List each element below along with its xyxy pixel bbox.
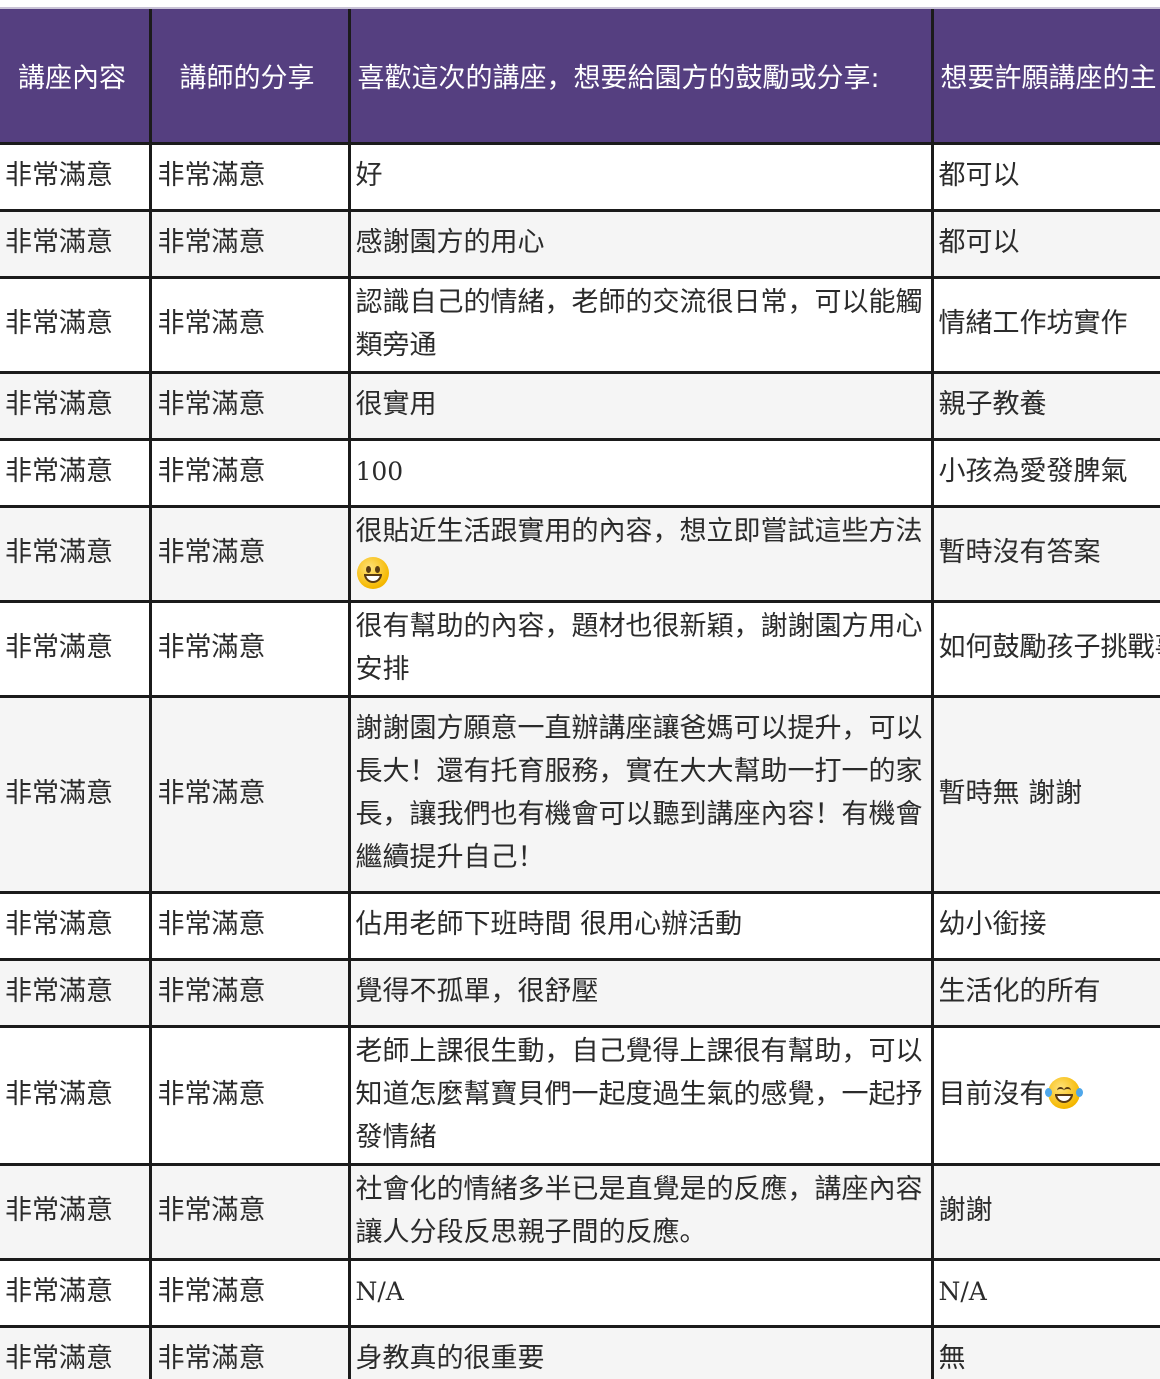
face-with-tears-of-joy-icon [1044, 1076, 1083, 1109]
cell-lecture-rating: 非常滿意 [0, 694, 152, 894]
header-row: 講座內容 講師的分享 喜歡這次的講座，想要給園方的鼓勵或分享: 想要許願講座的主 [0, 9, 1160, 145]
cell-speaker-rating: 非常滿意 [148, 504, 351, 603]
column-header-lecture-content[interactable]: 講座內容 [0, 9, 152, 145]
cell-wish-topic: 目前沒有 [930, 1024, 1160, 1166]
table-row: 非常滿意 非常滿意 100 小孩為愛發脾氣 [0, 437, 1160, 508]
cell-feedback: 身教真的很重要 [347, 1324, 934, 1379]
cell-feedback: 很貼近生活跟實用的內容，想立即嘗試這些方法 [347, 504, 934, 603]
cell-speaker-rating: 非常滿意 [148, 437, 351, 508]
cell-wish-topic: 暫時沒有答案 [930, 504, 1160, 603]
column-header-wish-topic[interactable]: 想要許願講座的主 [930, 9, 1160, 145]
table-row: 非常滿意 非常滿意 認識自己的情緒，老師的交流很日常，可以能觸類旁通 情緒工作坊… [0, 275, 1160, 374]
wish-topic-text: 目前沒有 [938, 1078, 1047, 1110]
cell-speaker-rating: 非常滿意 [148, 1257, 351, 1328]
cell-wish-topic: 暫時無 謝謝 [930, 694, 1160, 894]
cell-speaker-rating: 非常滿意 [148, 599, 351, 698]
column-header-encouragement[interactable]: 喜歡這次的講座，想要給園方的鼓勵或分享: [347, 9, 934, 145]
cell-speaker-rating: 非常滿意 [148, 208, 351, 279]
cell-wish-topic: N/A [930, 1257, 1160, 1328]
cell-feedback: 認識自己的情緒，老師的交流很日常，可以能觸類旁通 [347, 275, 934, 374]
table-row: 非常滿意 非常滿意 感謝園方的用心 都可以 [0, 208, 1160, 279]
table-row: 非常滿意 非常滿意 謝謝園方願意一直辦講座讓爸媽可以提升，可以長大！還有托育服務… [0, 694, 1160, 894]
cell-feedback: 感謝園方的用心 [347, 208, 934, 279]
cell-feedback: 社會化的情緒多半已是直覺是的反應，講座內容讓人分段反思親子間的反應。 [347, 1162, 934, 1261]
cell-wish-topic: 都可以 [930, 141, 1160, 212]
cell-speaker-rating: 非常滿意 [148, 141, 351, 212]
cell-wish-topic: 生活化的所有 [930, 957, 1160, 1028]
top-edge [0, 0, 1160, 9]
cell-feedback: 很有幫助的內容，題材也很新穎，謝謝園方用心安排 [347, 599, 934, 698]
cell-lecture-rating: 非常滿意 [0, 437, 152, 508]
table-row: 非常滿意 非常滿意 身教真的很重要 無 [0, 1324, 1160, 1379]
cell-speaker-rating: 非常滿意 [148, 890, 351, 961]
cell-wish-topic: 小孩為愛發脾氣 [930, 437, 1160, 508]
cell-feedback: 100 [347, 437, 934, 508]
cell-feedback: 好 [347, 141, 934, 212]
table-row: 非常滿意 非常滿意 佔用老師下班時間 很用心辦活動 幼小銜接 [0, 890, 1160, 961]
table-row: 非常滿意 非常滿意 很有幫助的內容，題材也很新穎，謝謝園方用心安排 如何鼓勵孩子… [0, 599, 1160, 698]
table-row: 非常滿意 非常滿意 好 都可以 [0, 141, 1160, 212]
cell-feedback: 很實用 [347, 370, 934, 441]
cell-speaker-rating: 非常滿意 [148, 275, 351, 374]
grinning-face-icon [356, 556, 389, 589]
cell-wish-topic: 情緒工作坊實作 [930, 275, 1160, 374]
cell-wish-topic: 如何鼓勵孩子挑戰事 [930, 599, 1160, 698]
table-row: 非常滿意 非常滿意 很貼近生活跟實用的內容，想立即嘗試這些方法 暫時沒有答案 [0, 504, 1160, 603]
survey-results-table: 講座內容 講師的分享 喜歡這次的講座，想要給園方的鼓勵或分享: 想要許願講座的主… [0, 9, 1160, 1379]
cell-lecture-rating: 非常滿意 [0, 1162, 152, 1261]
table-row: 非常滿意 非常滿意 N/A N/A [0, 1257, 1160, 1328]
cell-lecture-rating: 非常滿意 [0, 370, 152, 441]
cell-wish-topic: 無 [930, 1324, 1160, 1379]
cell-lecture-rating: 非常滿意 [0, 141, 152, 212]
cell-wish-topic: 幼小銜接 [930, 890, 1160, 961]
cell-feedback: N/A [347, 1257, 934, 1328]
cell-feedback: 佔用老師下班時間 很用心辦活動 [347, 890, 934, 961]
cell-speaker-rating: 非常滿意 [148, 1324, 351, 1379]
column-header-speaker-sharing[interactable]: 講師的分享 [148, 9, 351, 145]
cell-speaker-rating: 非常滿意 [148, 370, 351, 441]
cell-lecture-rating: 非常滿意 [0, 957, 152, 1028]
cell-lecture-rating: 非常滿意 [0, 1257, 152, 1328]
table-row: 非常滿意 非常滿意 很實用 親子教養 [0, 370, 1160, 441]
cell-feedback: 老師上課很生動，自己覺得上課很有幫助，可以知道怎麼幫寶貝們一起度過生氣的感覺，一… [347, 1024, 934, 1166]
cell-speaker-rating: 非常滿意 [148, 957, 351, 1028]
feedback-text: 很貼近生活跟實用的內容，想立即嘗試這些方法 [355, 515, 923, 547]
table-row: 非常滿意 非常滿意 社會化的情緒多半已是直覺是的反應，講座內容讓人分段反思親子間… [0, 1162, 1160, 1261]
cell-feedback: 謝謝園方願意一直辦講座讓爸媽可以提升，可以長大！還有托育服務，實在大大幫助一打一… [347, 694, 934, 894]
cell-speaker-rating: 非常滿意 [148, 1024, 351, 1166]
table-row: 非常滿意 非常滿意 老師上課很生動，自己覺得上課很有幫助，可以知道怎麼幫寶貝們一… [0, 1024, 1160, 1166]
cell-wish-topic: 親子教養 [930, 370, 1160, 441]
cell-lecture-rating: 非常滿意 [0, 208, 152, 279]
cell-lecture-rating: 非常滿意 [0, 1324, 152, 1379]
cell-feedback: 覺得不孤單，很舒壓 [347, 957, 934, 1028]
cell-lecture-rating: 非常滿意 [0, 1024, 152, 1166]
cell-lecture-rating: 非常滿意 [0, 504, 152, 603]
cell-wish-topic: 都可以 [930, 208, 1160, 279]
page: 講座內容 講師的分享 喜歡這次的講座，想要給園方的鼓勵或分享: 想要許願講座的主… [0, 0, 1160, 1379]
cell-wish-topic: 謝謝 [930, 1162, 1160, 1261]
cell-speaker-rating: 非常滿意 [148, 694, 351, 894]
cell-lecture-rating: 非常滿意 [0, 275, 152, 374]
table-row: 非常滿意 非常滿意 覺得不孤單，很舒壓 生活化的所有 [0, 957, 1160, 1028]
cell-lecture-rating: 非常滿意 [0, 599, 152, 698]
cell-lecture-rating: 非常滿意 [0, 890, 152, 961]
cell-speaker-rating: 非常滿意 [148, 1162, 351, 1261]
